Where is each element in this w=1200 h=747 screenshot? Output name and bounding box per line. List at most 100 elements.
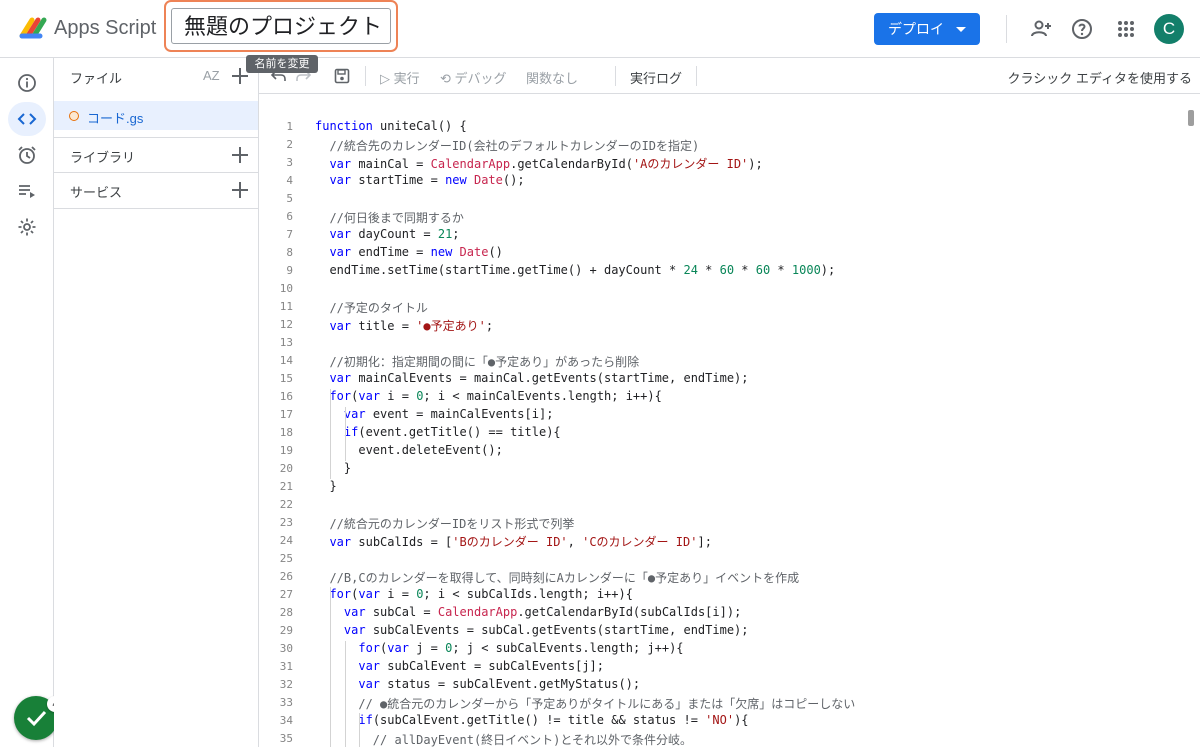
alarm-clock-icon — [18, 146, 36, 164]
app-name: Apps Script — [54, 17, 157, 39]
help-icon[interactable] — [1070, 17, 1094, 41]
code-line[interactable]: // allDayEvent(終日イベント)とそれ以外で条件分岐。 — [315, 731, 692, 747]
deploy-label: デプロイ — [888, 21, 944, 37]
sort-az-icon[interactable]: AZ — [203, 68, 220, 83]
unsaved-dot-icon — [69, 111, 79, 121]
add-library-icon[interactable] — [232, 147, 248, 163]
project-title-input[interactable]: 無題のプロジェクト — [171, 8, 391, 44]
code-line[interactable]: function uniteCal() { — [315, 119, 467, 133]
code-line[interactable]: } — [315, 461, 351, 475]
run-label: 実行 — [393, 71, 420, 86]
line-number: 27 — [279, 588, 293, 601]
code-line[interactable]: var subCalEvent = subCalEvents[j]; — [315, 659, 604, 673]
line-number: 28 — [279, 606, 293, 619]
debug-button[interactable]: ⟲ デバッグ — [440, 68, 507, 87]
code-line[interactable]: endTime.setTime(startTime.getTime() + da… — [315, 263, 835, 277]
line-number: 12 — [279, 318, 293, 331]
playlist-icon — [19, 185, 35, 198]
nav-executions[interactable] — [8, 174, 46, 208]
line-number: 34 — [279, 714, 293, 727]
execution-log-button[interactable]: 実行ログ — [630, 68, 682, 87]
chevron-down-icon — [956, 27, 966, 32]
code-line[interactable]: var subCalEvents = subCal.getEvents(star… — [315, 623, 749, 637]
code-line[interactable]: //統合先のカレンダーID(会社のデフォルトカレンダーのIDを指定) — [315, 137, 699, 154]
project-title-highlight: 無題のプロジェクト — [164, 0, 398, 52]
line-number: 33 — [279, 696, 293, 709]
apps-script-logo-icon[interactable] — [18, 14, 50, 40]
code-editor[interactable]: 1 function uniteCal() {2 //統合先のカレンダーID(会社… — [259, 94, 1200, 747]
libraries-label: ライブラリ — [70, 150, 136, 165]
function-select[interactable]: 関数なし — [526, 68, 578, 87]
code-line[interactable]: //何日後まで同期するか — [315, 209, 463, 226]
code-line[interactable]: for(var j = 0; j < subCalEvents.length; … — [315, 641, 683, 655]
code-line[interactable]: for(var i = 0; i < subCalIds.length; i++… — [315, 587, 632, 601]
nav-settings[interactable] — [8, 210, 46, 244]
run-button[interactable]: ▷ 実行 — [380, 68, 420, 87]
add-person-icon[interactable] — [1029, 17, 1053, 41]
code-line[interactable]: var dayCount = 21; — [315, 227, 459, 241]
apps-grid-icon[interactable] — [1114, 17, 1138, 41]
code-line[interactable]: event.deleteEvent(); — [315, 443, 503, 457]
code-line[interactable]: if(subCalEvent.getTitle() != title && st… — [315, 713, 748, 727]
top-bar: Apps Script 無題のプロジェクト デプロイ C — [0, 0, 1200, 58]
code-line[interactable]: var subCal = CalendarApp.getCalendarById… — [315, 605, 741, 619]
nav-overview[interactable] — [8, 66, 46, 100]
classic-editor-link[interactable]: クラシック エディタを使用する — [1008, 68, 1192, 87]
line-number: 25 — [279, 552, 293, 565]
line-number: 32 — [279, 678, 293, 691]
code-line[interactable]: var mainCalEvents = mainCal.getEvents(st… — [315, 371, 748, 385]
line-number: 23 — [279, 516, 293, 529]
code-line[interactable]: for(var i = 0; i < mainCalEvents.length;… — [315, 389, 661, 403]
editor-toolbar: ▷ 実行 ⟲ デバッグ 関数なし 実行ログ クラシック エディタを使用する — [259, 58, 1200, 94]
line-number: 11 — [279, 300, 293, 313]
files-header: ファイル AZ — [54, 58, 258, 94]
indent-guide — [330, 587, 331, 747]
line-number: 13 — [279, 336, 293, 349]
file-item-code-gs[interactable]: コード.gs — [54, 101, 258, 130]
file-name: コード.gs — [87, 111, 144, 126]
line-number: 31 — [279, 660, 293, 673]
code-line[interactable]: //初期化：指定期間の間に「●予定あり」があったら削除 — [315, 353, 639, 370]
code-line[interactable]: var endTime = new Date() — [315, 245, 502, 259]
line-number: 21 — [279, 480, 293, 493]
line-number: 22 — [279, 498, 293, 511]
files-label: ファイル — [70, 71, 123, 86]
indent-guide — [345, 407, 346, 461]
nav-editor[interactable] — [8, 102, 46, 136]
code-line[interactable]: //予定のタイトル — [315, 299, 427, 316]
code-line[interactable]: //統合元のカレンダーIDをリスト形式で列挙 — [315, 515, 574, 532]
line-number: 5 — [286, 192, 293, 205]
deploy-button[interactable]: デプロイ — [874, 13, 980, 45]
toolbar-divider — [696, 66, 697, 86]
line-number: 1 — [286, 120, 293, 133]
indent-guide — [345, 641, 346, 747]
line-number: 35 — [279, 732, 293, 745]
code-line[interactable]: var mainCal = CalendarApp.getCalendarByI… — [315, 155, 762, 172]
code-line[interactable]: // ●統合元のカレンダーから「予定ありがタイトルにある」または「欠席」はコピー… — [315, 695, 855, 712]
code-line[interactable]: var subCalIds = ['Bのカレンダー ID', 'Cのカレンダー … — [315, 533, 711, 550]
code-line[interactable]: var status = subCalEvent.getMyStatus(); — [315, 677, 640, 691]
line-number: 16 — [279, 390, 293, 403]
line-number: 30 — [279, 642, 293, 655]
code-line[interactable]: //B,Cのカレンダーを取得して、同時刻にAカレンダーに「●予定あり」イベントを… — [315, 569, 799, 586]
code-line[interactable]: if(event.getTitle() == title){ — [315, 425, 561, 439]
line-number: 26 — [279, 570, 293, 583]
avatar[interactable]: C — [1154, 14, 1184, 44]
nav-triggers[interactable] — [8, 138, 46, 172]
code-line[interactable]: var title = '●予定あり'; — [315, 317, 493, 334]
libraries-row[interactable]: ライブラリ — [54, 137, 258, 173]
indent-guide — [330, 389, 331, 479]
line-number: 17 — [279, 408, 293, 421]
add-service-icon[interactable] — [232, 182, 248, 198]
scrollbar-thumb[interactable] — [1188, 110, 1194, 126]
line-number: 6 — [286, 210, 293, 223]
rename-tooltip: 名前を変更 — [246, 55, 318, 73]
toolbar-divider — [615, 66, 616, 86]
code-line[interactable]: var startTime = new Date(); — [315, 173, 524, 187]
save-icon[interactable] — [334, 68, 350, 84]
code-line[interactable]: } — [315, 479, 336, 493]
code-line[interactable]: var event = mainCalEvents[i]; — [315, 407, 554, 421]
services-row[interactable]: サービス — [54, 172, 258, 209]
indent-guide — [359, 713, 360, 747]
debug-label: デバッグ — [454, 71, 507, 86]
